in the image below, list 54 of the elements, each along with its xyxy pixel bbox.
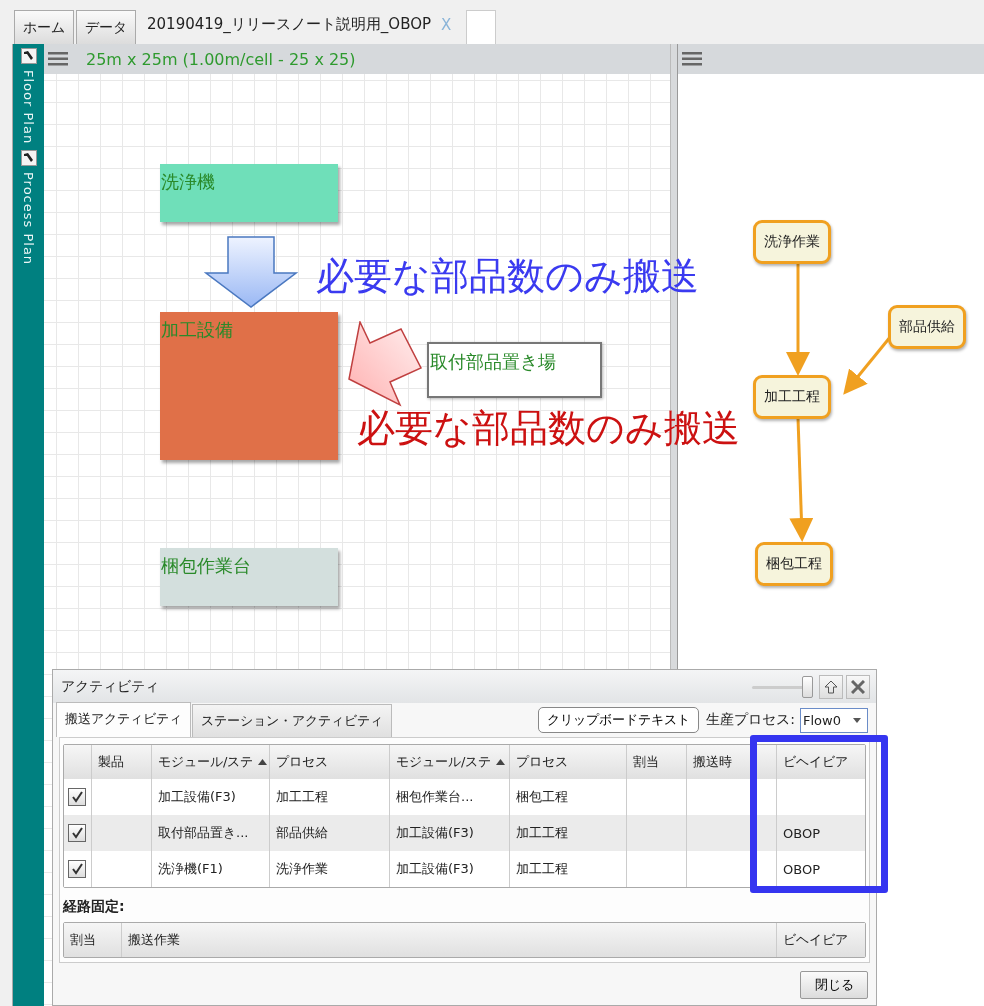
table-cell: 部品供給 [276, 824, 328, 842]
zoom-slider[interactable] [752, 674, 814, 699]
dialog-title: アクティビティ [61, 677, 160, 696]
activity-tab[interactable]: 搬送アクティビティ [56, 702, 191, 737]
row-checkbox[interactable] [68, 860, 86, 878]
close-dialog-button[interactable]: 閉じる [800, 971, 868, 999]
process-node[interactable]: 加工工程 [753, 375, 831, 419]
table-cell: 洗浄機(F1) [158, 860, 223, 878]
activity-tab[interactable]: ステーション・アクティビティ [192, 704, 392, 737]
table-cell: 取付部品置き... [158, 824, 249, 842]
table-cell: 加工工程 [276, 788, 328, 806]
table-cell: OBOP [783, 825, 820, 841]
dropdown-caret-icon [853, 717, 861, 723]
document-tab[interactable]: データ [76, 10, 136, 44]
process-node[interactable]: 梱包工程 [755, 542, 833, 586]
clipboard-button[interactable]: クリップボードテキスト [538, 707, 700, 733]
process-label: 生産プロセス: [706, 711, 795, 729]
column-header[interactable]: ビヘイビア [777, 745, 865, 779]
slider-thumb[interactable] [802, 675, 813, 698]
side-tab[interactable]: Process Plan [21, 172, 36, 266]
table-cell: OBOP [783, 861, 820, 877]
side-tab[interactable]: Floor Plan [21, 70, 36, 145]
pin-icon[interactable] [20, 150, 37, 167]
table-cell: 加工工程 [516, 860, 568, 878]
menu-icon[interactable] [682, 52, 702, 66]
expand-button[interactable] [819, 674, 843, 699]
table-cell: 加工設備(F3) [396, 860, 474, 878]
callout-text: 必要な部品数のみ搬送 [316, 254, 699, 300]
process-node[interactable]: 部品供給 [888, 305, 966, 349]
table-cell: 梱包作業台... [396, 788, 474, 806]
grid-size-label: 25m x 25m (1.00m/cell - 25 x 25) [86, 49, 356, 69]
menu-icon[interactable] [48, 52, 68, 66]
pin-icon[interactable] [20, 48, 37, 64]
table-cell: 加工工程 [516, 824, 568, 842]
table-cell: 梱包工程 [516, 788, 568, 806]
row-checkbox[interactable] [68, 788, 86, 806]
table-cell: 洗浄作業 [276, 860, 328, 878]
module-block[interactable]: 取付部品置き場 [427, 342, 602, 398]
row-checkbox[interactable] [68, 824, 86, 842]
column-header[interactable]: 割当 [64, 923, 122, 957]
close-icon [851, 679, 865, 694]
callout-text: 必要な部品数のみ搬送 [357, 406, 740, 452]
column-header[interactable]: ビヘイビア [777, 923, 865, 957]
down-arrow-icon [204, 236, 298, 308]
route-label: 経路固定: [63, 898, 126, 916]
table-cell: 加工設備(F3) [158, 788, 236, 806]
document-tab[interactable]: ホーム [14, 10, 74, 44]
diagonal-arrow-icon [348, 321, 424, 407]
column-header[interactable]: 搬送作業 [122, 923, 777, 957]
close-button[interactable] [846, 674, 870, 699]
up-arrow-icon [824, 679, 838, 694]
table-cell: 加工設備(F3) [396, 824, 474, 842]
process-node[interactable]: 洗浄作業 [753, 220, 831, 264]
process-dropdown[interactable]: Flow0 [800, 707, 868, 733]
